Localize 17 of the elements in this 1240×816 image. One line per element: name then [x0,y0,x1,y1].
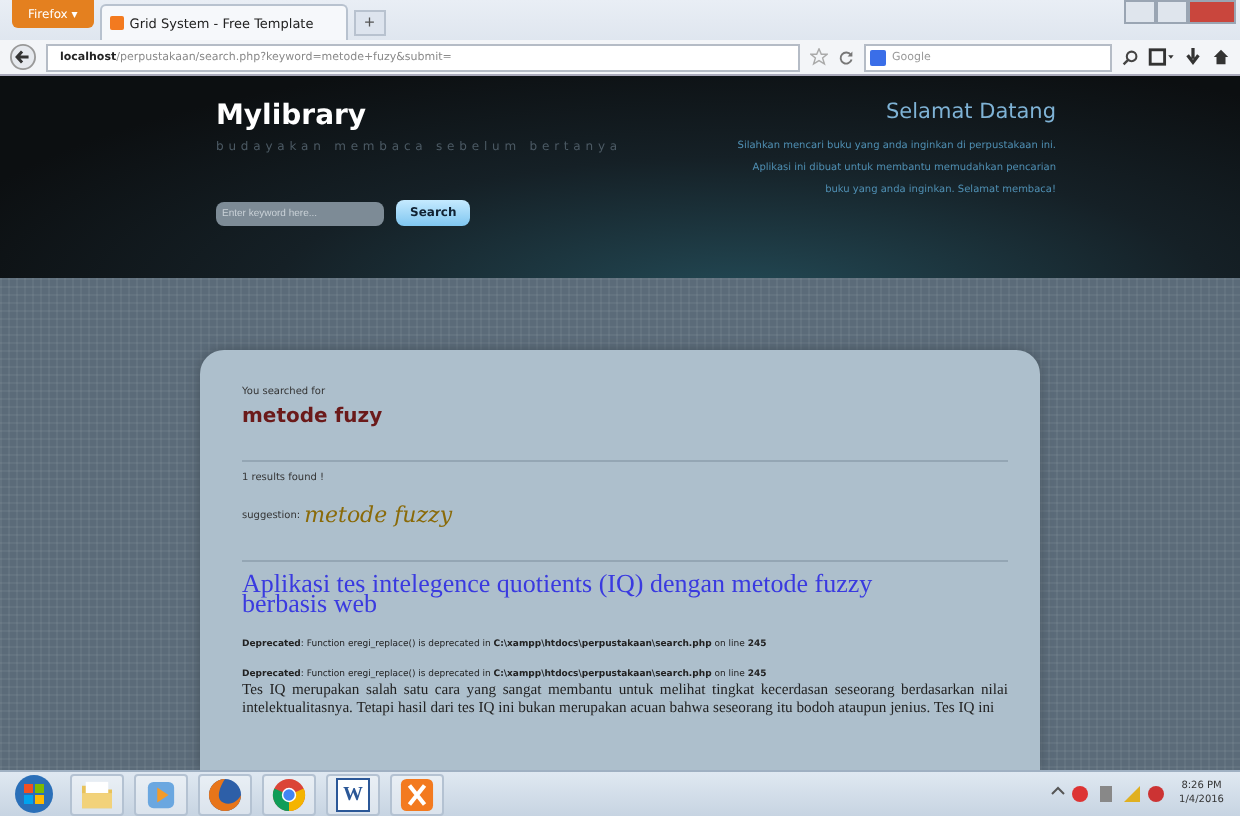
media-taskbar-icon[interactable] [134,773,188,815]
home-icon[interactable] [1212,48,1230,66]
tray-icons[interactable] [1049,784,1170,804]
window-controls[interactable] [1124,0,1236,24]
star-icon[interactable] [810,48,828,66]
back-icon[interactable] [10,44,36,70]
search-icon[interactable] [1122,49,1138,65]
word-taskbar-icon[interactable]: W [326,773,380,815]
download-icon[interactable] [1184,48,1202,66]
xampp-taskbar-icon[interactable] [390,773,444,815]
welcome-title: Selamat Datang [884,100,1056,124]
result-title-link[interactable]: Aplikasi tes intelegence quotients (IQ) dengan metode fuzzy berbasis web [242,574,1008,614]
site-title: Mylibrary [216,100,369,132]
search-query: metode fuzy [242,406,385,428]
chrome-taskbar-icon[interactable] [262,773,316,815]
new-tab-button[interactable]: + [353,10,386,36]
reload-icon[interactable] [838,49,854,65]
